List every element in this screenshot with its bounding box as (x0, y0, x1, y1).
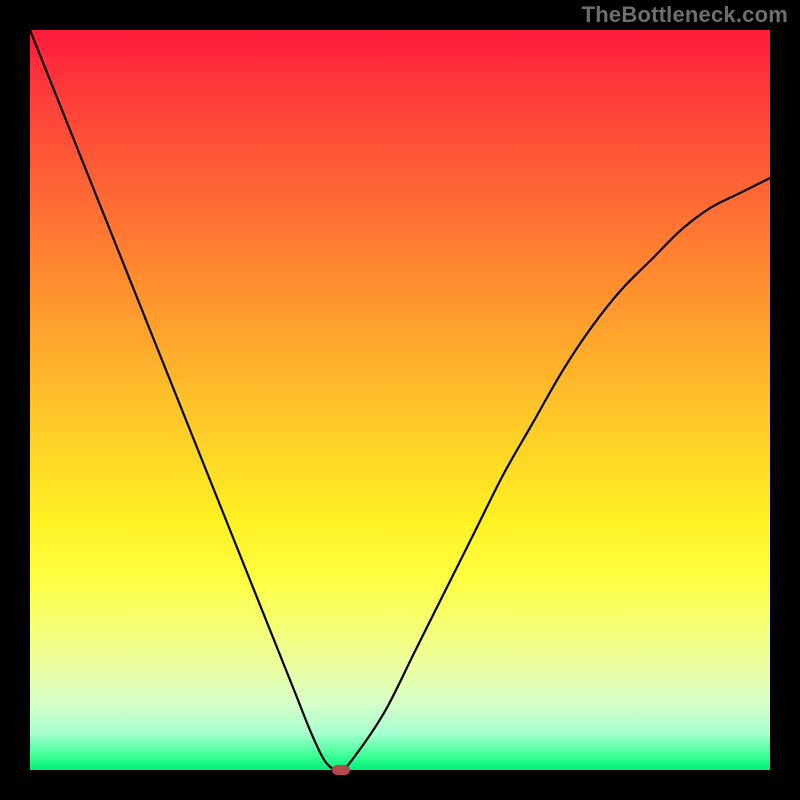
bottleneck-curve (30, 30, 770, 770)
watermark-text: TheBottleneck.com (582, 2, 788, 28)
optimum-marker (332, 765, 350, 775)
plot-area (30, 30, 770, 770)
chart-frame: TheBottleneck.com (0, 0, 800, 800)
